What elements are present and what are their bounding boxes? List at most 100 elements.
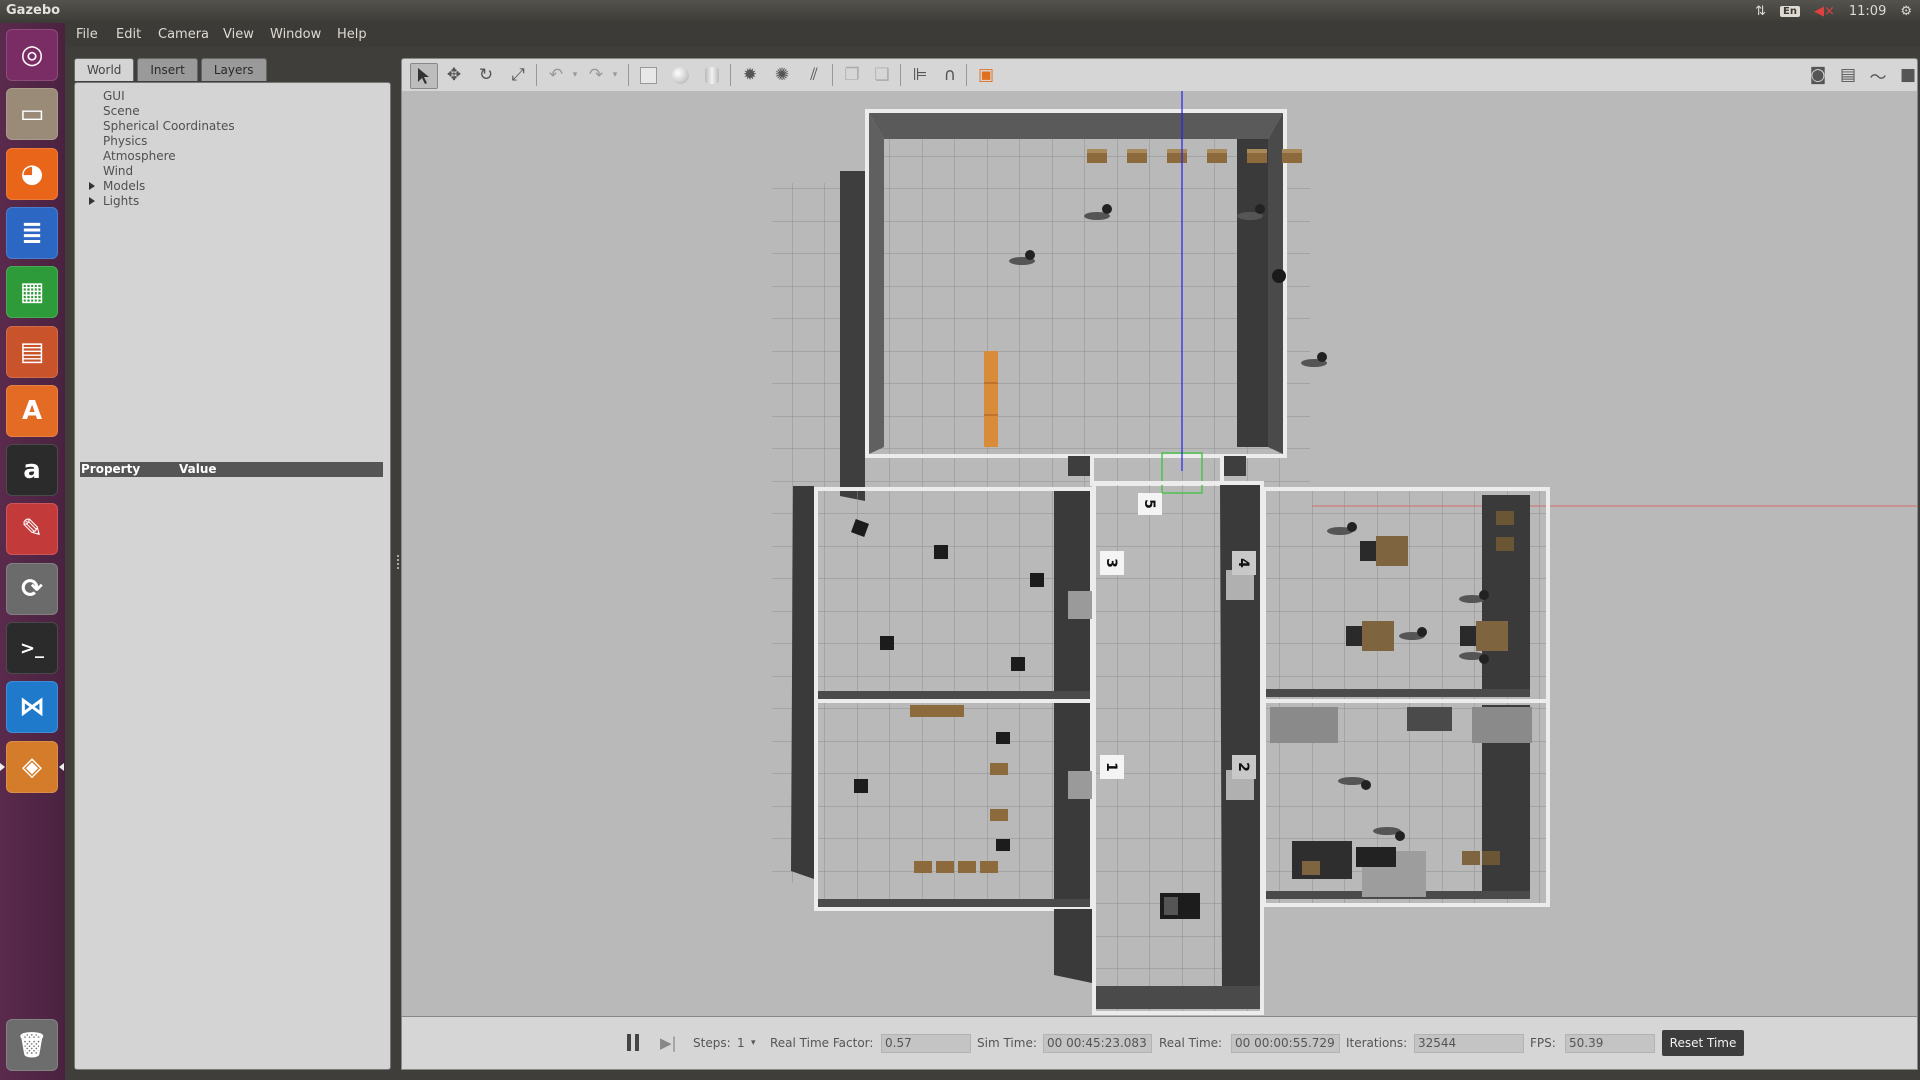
iterations-value: 32544 [1414, 1034, 1524, 1053]
right-rooms [1262, 487, 1550, 907]
tab-world[interactable]: World [74, 58, 135, 81]
translate-icon[interactable]: ✥ [442, 64, 466, 86]
launcher-impress[interactable]: ▤ [6, 325, 58, 378]
top-room [840, 91, 1327, 501]
gazebo-window: World Insert Layers GUI Scene Spherical … [65, 47, 1920, 1080]
scene-render: 5 3 4 1 2 [402, 91, 1917, 1016]
gazebo-icon: ◈ [22, 751, 42, 782]
expand-arrow-icon[interactable] [89, 182, 95, 190]
launcher-software-updater[interactable]: ⟳ [6, 562, 58, 615]
firefox-icon: ◕ [20, 158, 44, 189]
tab-layers[interactable]: Layers [200, 58, 267, 81]
box-icon[interactable] [636, 64, 660, 86]
launcher-system-settings[interactable]: ✎ [6, 503, 58, 556]
tree-item-label: Scene [103, 104, 140, 118]
menu-camera[interactable]: Camera [158, 27, 209, 42]
record-video-icon[interactable]: ■ [1896, 64, 1920, 86]
view-angle-icon[interactable]: ▣ [974, 64, 998, 86]
launcher-gazebo[interactable]: ◈ [0, 740, 64, 793]
real-time-label: Real Time: [1159, 1036, 1223, 1050]
launcher-calc[interactable]: ▦ [6, 266, 58, 319]
tree-item-models[interactable]: Models [85, 179, 235, 194]
steps-value[interactable]: 1 [737, 1036, 745, 1050]
screenshot-icon[interactable]: ◙ [1806, 64, 1830, 86]
scene-viewport[interactable]: 5 3 4 1 2 [401, 91, 1918, 1017]
presentation-icon: ▤ [19, 336, 45, 367]
directional-light-icon[interactable]: ⫽ [802, 64, 826, 86]
step-icon[interactable]: ▶| [660, 1034, 677, 1052]
document-icon: ≣ [21, 217, 43, 248]
align-icon[interactable]: ⊫ [908, 64, 932, 86]
pause-icon[interactable] [627, 1034, 641, 1051]
steps-label: Steps: [693, 1036, 731, 1050]
toolbar: ✥ ↻ ⤢ ↶ ▾ ↷ ▾ ✹ ✺ ⫽ ❐ ❏ ⊫ ∩ ▣ ◙ ▤ 〜 ■ [401, 58, 1918, 92]
launcher: ◎ ▭ ◕ ≣ ▦ ▤ Aa ✎ ⟳ >_ ⋈ ◈ 🗑 [0, 23, 65, 1080]
snap-icon[interactable]: ∩ [938, 64, 962, 86]
sphere-icon[interactable] [668, 64, 692, 86]
copy-icon[interactable]: ❐ [840, 64, 864, 86]
clock[interactable]: 11:09 [1849, 4, 1886, 19]
status-bar: ▶| Steps: 1 ▾ Real Time Factor: 0.57 Sim… [401, 1017, 1918, 1070]
launcher-files[interactable]: ▭ [6, 88, 58, 141]
launcher-amazon[interactable]: a [6, 444, 58, 497]
trash-icon: 🗑 [16, 1031, 48, 1059]
menu-edit[interactable]: Edit [116, 27, 141, 42]
redo-icon[interactable]: ↷ [584, 64, 608, 86]
tree-item-atmosphere[interactable]: Atmosphere [85, 149, 235, 164]
terminal-icon: >_ [19, 637, 45, 659]
rtf-value: 0.57 [881, 1034, 971, 1053]
rotate-icon[interactable]: ↻ [474, 64, 498, 86]
tree-item-physics[interactable]: Physics [85, 134, 235, 149]
gear-icon[interactable]: ⚙ [1900, 4, 1912, 19]
plot-icon[interactable]: 〜 [1866, 64, 1890, 88]
undo-icon[interactable]: ↶ [544, 64, 568, 86]
launcher-terminal[interactable]: >_ [6, 622, 58, 674]
dropdown-icon[interactable]: ▾ [608, 64, 622, 86]
paste-icon[interactable]: ❏ [870, 64, 894, 86]
launcher-writer[interactable]: ≣ [6, 206, 58, 259]
launcher-firefox[interactable]: ◕ [6, 147, 58, 200]
top-panel: Gazebo ⇅ En ◀× 11:09 ⚙ [0, 0, 1920, 23]
tab-insert[interactable]: Insert [137, 58, 198, 81]
room-label-4: 4 [1235, 558, 1251, 568]
tree-item-gui[interactable]: GUI [85, 89, 235, 104]
scale-icon[interactable]: ⤢ [506, 64, 530, 86]
menu-file[interactable]: File [76, 27, 98, 42]
point-light-icon[interactable]: ✹ [738, 64, 762, 86]
tree-item-label: GUI [103, 89, 125, 103]
up-down-arrows-icon[interactable]: ⇅ [1755, 4, 1766, 19]
tree-item-scene[interactable]: Scene [85, 104, 235, 119]
reset-time-button[interactable]: Reset Time [1662, 1030, 1744, 1056]
room-label-1: 1 [1103, 762, 1119, 772]
tree-item-label: Spherical Coordinates [103, 119, 235, 133]
launcher-vscode[interactable]: ⋈ [6, 681, 58, 734]
spot-light-icon[interactable]: ✺ [770, 64, 794, 86]
tree-item-lights[interactable]: Lights [85, 194, 235, 209]
steps-dropdown-icon[interactable]: ▾ [751, 1038, 756, 1048]
tree-item-label: Atmosphere [103, 149, 176, 163]
log-icon[interactable]: ▤ [1836, 64, 1860, 86]
tree-item-wind[interactable]: Wind [85, 164, 235, 179]
amazon-icon: a [23, 455, 41, 486]
file-cabinet-icon: ▭ [19, 99, 45, 130]
room-label-3: 3 [1103, 558, 1119, 568]
menu-help[interactable]: Help [337, 27, 367, 42]
system-tray: ⇅ En ◀× 11:09 ⚙ [1755, 2, 1912, 21]
speaker-muted-icon[interactable]: ◀× [1814, 4, 1835, 19]
menu-view[interactable]: View [223, 27, 254, 42]
keyboard-indicator[interactable]: En [1780, 6, 1800, 17]
menubar: File Edit Camera View Window Help [65, 23, 1920, 47]
launcher-software-center[interactable]: A [6, 384, 58, 437]
value-column: Value [179, 462, 217, 476]
dropdown-icon[interactable]: ▾ [568, 64, 582, 86]
select-arrow-icon[interactable] [410, 63, 438, 89]
ubuntu-logo-icon: ◎ [20, 40, 44, 70]
launcher-ubuntu-dash[interactable]: ◎ [6, 29, 58, 81]
tree-item-spherical-coordinates[interactable]: Spherical Coordinates [85, 119, 235, 134]
launcher-trash[interactable]: 🗑 [6, 1019, 58, 1071]
menu-window[interactable]: Window [270, 27, 321, 42]
cylinder-icon[interactable] [700, 64, 724, 86]
tree-item-label: Models [103, 179, 146, 193]
iterations-label: Iterations: [1346, 1036, 1408, 1050]
expand-arrow-icon[interactable] [89, 197, 95, 205]
